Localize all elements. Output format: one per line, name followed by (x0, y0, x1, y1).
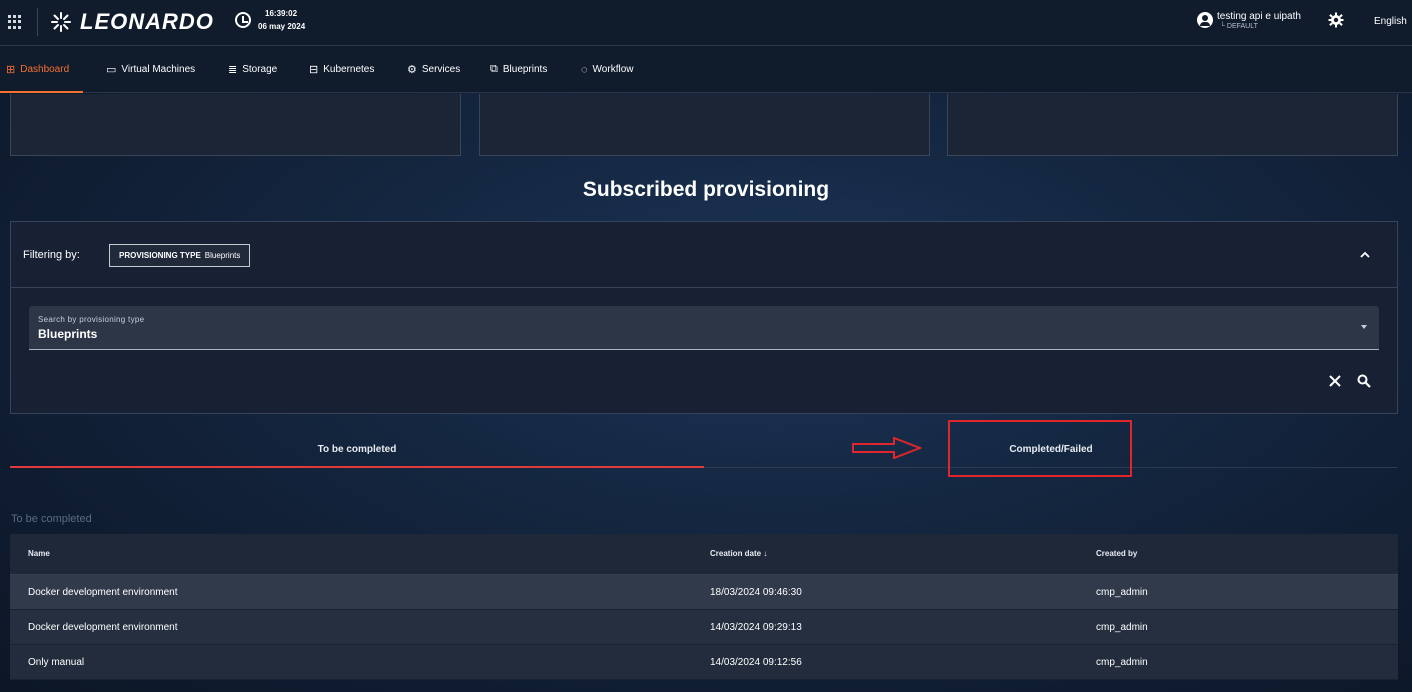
cell-created-by: cmp_admin (1096, 657, 1148, 668)
services-icon: ⚙ (407, 64, 417, 76)
nav-item-label: Storage (242, 64, 278, 75)
nav-item-label: Virtual Machines (121, 64, 196, 75)
clock-time: 16:39:02 (265, 9, 298, 18)
clear-icon[interactable] (1328, 374, 1342, 388)
nav-item-kubernetes[interactable]: ⊟ Kubernetes (309, 46, 374, 93)
summary-card (10, 94, 461, 156)
leonardo-logo-icon (51, 12, 71, 32)
nav-item-workflow[interactable]: ◌ Workflow (581, 46, 633, 93)
filter-header: Filtering by: PROVISIONING TYPE Blueprin… (11, 222, 1397, 288)
table-header: Name Creation date ↓ Created by (10, 534, 1398, 575)
top-bar: LEONARDO 16:39:02 06 may 2024 testing ap… (0, 0, 1412, 46)
cell-creation-date: 18/03/2024 09:46:30 (710, 587, 802, 598)
nav-item-label: Workflow (592, 64, 634, 75)
chevron-up-icon (1360, 251, 1370, 258)
column-header-name[interactable]: Name (28, 549, 50, 558)
table-row[interactable]: Only manual 14/03/2024 09:12:56 cmp_admi… (10, 645, 1398, 680)
nav-item-virtual-machines[interactable]: ▭ Virtual Machines (106, 46, 195, 93)
tab-to-be-completed[interactable]: To be completed (10, 432, 704, 468)
nav-item-label: Dashboard (20, 64, 70, 75)
provisioning-type-select[interactable]: Search by provisioning type Blueprints (29, 306, 1379, 350)
filter-chip-key: PROVISIONING TYPE (119, 251, 201, 260)
monitor-icon: ▭ (106, 64, 117, 76)
nav-item-blueprints[interactable]: ⧉ Blueprints (490, 46, 547, 93)
column-header-creation-date[interactable]: Creation date ↓ (710, 549, 767, 558)
nav-item-storage[interactable]: ≣ Storage (228, 46, 277, 93)
cell-creation-date: 14/03/2024 09:12:56 (710, 657, 802, 668)
annotation-highlight-box (948, 420, 1132, 477)
settings-gear-icon[interactable] (1328, 12, 1344, 28)
table-row[interactable]: Docker development environment 18/03/202… (10, 575, 1398, 610)
nav-item-label: Blueprints (502, 64, 548, 75)
provisioning-table: Name Creation date ↓ Created by Docker d… (10, 534, 1398, 680)
main-nav: ⊞ Dashboard ▭ Virtual Machines ≣ Storage… (0, 46, 1412, 93)
nav-item-label: Services (421, 64, 461, 75)
select-value: Blueprints (38, 327, 98, 341)
cell-name: Docker development environment (28, 587, 178, 598)
user-tenant: └ DEFAULT (1220, 23, 1258, 30)
cell-creation-date: 14/03/2024 09:29:13 (710, 622, 802, 633)
clock-icon (235, 12, 251, 28)
nav-item-label: Kubernetes (323, 64, 375, 75)
table-row[interactable]: Docker development environment 14/03/202… (10, 610, 1398, 645)
brand-logo[interactable]: LEONARDO (50, 7, 214, 37)
summary-card (479, 94, 930, 156)
database-icon: ≣ (228, 64, 238, 76)
nav-item-services[interactable]: ⚙ Services (407, 46, 460, 93)
column-header-created-by[interactable]: Created by (1096, 549, 1137, 558)
cell-name: Only manual (28, 657, 85, 668)
search-icon[interactable] (1356, 373, 1372, 389)
workflow-icon: ◌ (581, 63, 588, 76)
summary-card (947, 94, 1398, 156)
section-label: To be completed (11, 513, 92, 525)
divider (37, 8, 38, 36)
select-label: Search by provisioning type (38, 315, 145, 324)
language-selector[interactable]: English (1374, 16, 1407, 27)
collapse-button[interactable] (1357, 246, 1373, 262)
cell-created-by: cmp_admin (1096, 587, 1148, 598)
dropdown-arrow-icon (1361, 325, 1367, 329)
cell-name: Docker development environment (28, 622, 178, 633)
filter-chip-value: Blueprints (204, 251, 241, 260)
user-account-icon[interactable] (1197, 12, 1213, 28)
app-launcher-icon[interactable] (8, 15, 22, 29)
filter-chip[interactable]: PROVISIONING TYPE Blueprints (109, 244, 251, 267)
brand-name: LEONARDO (80, 9, 214, 34)
nav-item-dashboard[interactable]: ⊞ Dashboard (0, 46, 84, 93)
filter-label: Filtering by: (23, 249, 80, 261)
filter-panel: Filtering by: PROVISIONING TYPE Blueprin… (10, 221, 1398, 414)
blueprints-icon: ⧉ (490, 63, 498, 75)
kubernetes-icon: ⊟ (309, 64, 319, 76)
annotation-arrow-icon (852, 437, 922, 459)
clock-date: 06 may 2024 (258, 22, 306, 31)
cell-created-by: cmp_admin (1096, 622, 1148, 633)
user-name[interactable]: testing api e uipath (1217, 11, 1301, 22)
page-title: Subscribed provisioning (582, 178, 830, 201)
dashboard-icon: ⊞ (6, 64, 16, 76)
